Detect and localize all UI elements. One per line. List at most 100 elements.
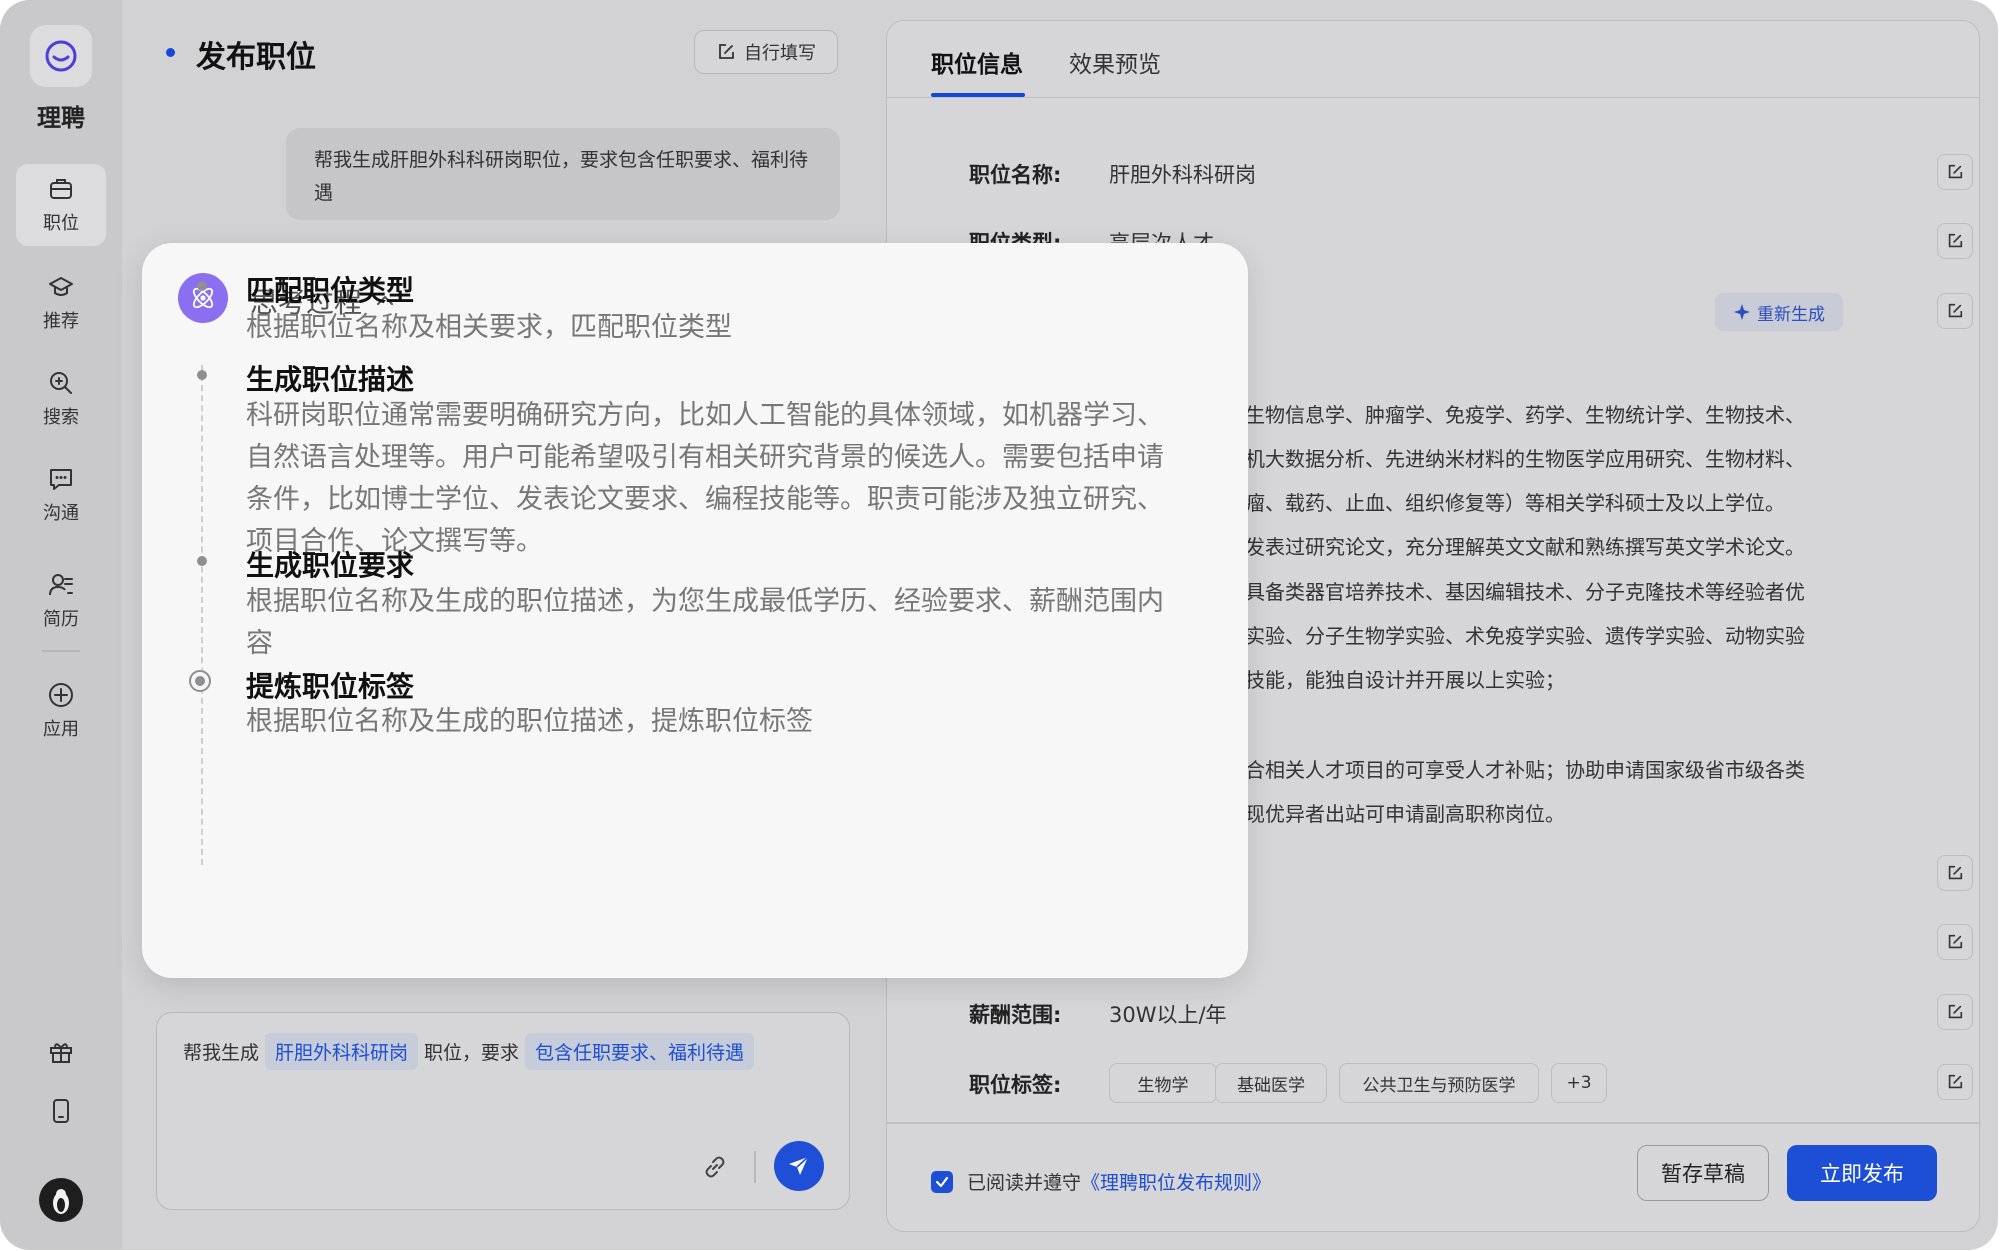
gift-icon — [50, 1043, 72, 1063]
input-content[interactable]: 帮我生成 肝胆外科科研岗 职位，要求 包含任职要求、福利待遇 — [183, 1033, 755, 1070]
sidebar-item-recommend[interactable]: 推荐 — [16, 262, 106, 344]
user-message: 帮我生成肝胆外科科研岗职位，要求包含任职要求、福利待遇 — [286, 128, 840, 220]
input-divider — [754, 1151, 756, 1183]
current-step-marker — [189, 670, 211, 692]
tab-preview[interactable]: 效果预览 — [1069, 45, 1161, 79]
salary-value: 30W以上/年 — [1109, 1003, 1227, 1027]
briefcase-icon — [50, 179, 72, 199]
step-description: 根据职位名称及生成的职位描述，提炼职位标签 — [246, 706, 813, 737]
tag-chip[interactable]: 生物学 — [1109, 1063, 1217, 1103]
description-line: 合相关人才项目的可享受人才补贴；协助申请国家级省市级各类 — [1245, 758, 1805, 782]
edit-experience-button[interactable] — [1937, 924, 1973, 960]
sidebar: 理聘 职位 推荐 搜索 沟通 简历 应用 — [0, 0, 122, 1250]
panel-tabs: 职位信息 效果预览 — [887, 21, 1979, 98]
edit-icon — [719, 44, 734, 59]
edit-icon — [1948, 1074, 1963, 1089]
edit-icon — [1948, 865, 1963, 880]
footer-divider — [887, 1122, 1979, 1124]
sidebar-item-label: 简历 — [43, 609, 79, 630]
description-line: 发表过研究论文，充分理解英文文献和熟练撰写英文学术论文。 — [1245, 535, 1805, 559]
chat-input[interactable]: 帮我生成 肝胆外科科研岗 职位，要求 包含任职要求、福利待遇 — [156, 1012, 850, 1210]
job-name-label: 职位名称: — [969, 163, 1062, 187]
edit-description-button[interactable] — [1937, 293, 1973, 329]
plus-circle-icon — [49, 683, 73, 707]
tag-chip[interactable]: 公共卫生与预防医学 — [1339, 1063, 1539, 1103]
description-line: 具备类器官培养技术、基因编辑技术、分子克隆技术等经验者优 — [1245, 580, 1805, 604]
description-line: 瘤、载药、止血、组织修复等）等相关学科硕士及以上学位。 — [1245, 491, 1785, 515]
brand-name: 理聘 — [37, 104, 85, 132]
description-line: 现优异者出站可申请副高职称岗位。 — [1245, 802, 1565, 826]
regenerate-label: 重新生成 — [1757, 304, 1825, 325]
graduation-cap-icon — [49, 277, 73, 296]
link-icon — [705, 1156, 725, 1178]
step-description: 根据职位名称及生成的职位描述，为您生成最低学历、经验要求、薪酬范围内容 — [246, 586, 1164, 659]
step-title: 提炼职位标签 — [246, 670, 415, 703]
sidebar-item-apps[interactable]: 应用 — [16, 670, 106, 752]
app-logo-icon[interactable] — [30, 25, 92, 87]
edit-tags-button[interactable] — [1937, 1064, 1973, 1100]
edit-job-type-button[interactable] — [1937, 223, 1973, 259]
chat-icon — [50, 469, 72, 490]
sidebar-item-chat[interactable]: 沟通 — [16, 454, 106, 536]
input-prefix: 帮我生成 — [183, 1042, 260, 1064]
edit-icon — [1948, 233, 1963, 248]
sidebar-item-label: 职位 — [43, 213, 79, 234]
step-description: 根据职位名称及相关要求，匹配职位类型 — [246, 312, 732, 343]
position-chip[interactable]: 肝胆外科科研岗 — [265, 1033, 419, 1070]
edit-icon — [1948, 934, 1963, 949]
resume-user-icon — [49, 574, 73, 596]
more-tags-chip[interactable]: +3 — [1551, 1063, 1607, 1103]
rules-link[interactable]: 《理聘职位发布规则》 — [1081, 1172, 1271, 1194]
search-icon — [50, 372, 72, 394]
sidebar-item-jobs[interactable]: 职位 — [16, 164, 106, 246]
description-line: 生物信息学、肿瘤学、免疫学、药学、生物统计学、生物技术、 — [1245, 403, 1805, 427]
requirements-chip[interactable]: 包含任职要求、福利待遇 — [525, 1033, 755, 1070]
timeline-connector — [201, 365, 203, 865]
avatar[interactable] — [39, 1178, 83, 1222]
regenerate-button[interactable]: 重新生成 — [1715, 293, 1843, 331]
sidebar-item-label: 搜索 — [43, 407, 79, 428]
sidebar-item-resume[interactable]: 简历 — [16, 560, 106, 642]
send-button[interactable] — [774, 1141, 824, 1191]
thinking-process-card: 思考过程 匹配职位类型 根据职位名称及相关要求，匹配职位类型 生成职位描述 科研… — [142, 243, 1248, 978]
title-dot — [166, 48, 175, 57]
description-line: 实验、分子生物学实验、术免疫学实验、遗传学实验、动物实验 — [1245, 624, 1805, 648]
sidebar-item-label: 推荐 — [43, 311, 79, 332]
mobile-button[interactable] — [16, 1089, 106, 1133]
step-marker — [197, 556, 207, 566]
save-draft-button[interactable]: 暂存草稿 — [1637, 1145, 1769, 1201]
edit-education-button[interactable] — [1937, 855, 1973, 891]
self-fill-button[interactable]: 自行填写 — [694, 30, 838, 74]
agreement-prefix: 已阅读并遵守 — [967, 1172, 1082, 1194]
edit-job-name-button[interactable] — [1937, 154, 1973, 190]
agreement-text: 已阅读并遵守《理聘职位发布规则》 — [967, 1168, 1271, 1195]
publish-button[interactable]: 立即发布 — [1787, 1145, 1937, 1201]
salary-label: 薪酬范围: — [969, 1003, 1062, 1027]
sidebar-item-search[interactable]: 搜索 — [16, 358, 106, 440]
tags-label: 职位标签: — [969, 1073, 1062, 1097]
edit-icon — [1948, 303, 1963, 318]
mobile-phone-icon — [53, 1099, 69, 1123]
edit-icon — [1948, 1004, 1963, 1019]
step-title: 生成职位描述 — [246, 363, 415, 396]
sidebar-divider — [42, 650, 80, 652]
edit-icon — [1948, 164, 1963, 179]
step-marker — [197, 281, 207, 291]
tag-chip[interactable]: 基础医学 — [1215, 1063, 1327, 1103]
step-title: 生成职位要求 — [246, 549, 415, 582]
active-tab-indicator — [931, 93, 1025, 97]
attach-link-button[interactable] — [697, 1149, 733, 1185]
description-line: 机大数据分析、先进纳米材料的生物医学应用研究、生物材料、 — [1245, 447, 1805, 471]
step-marker — [197, 370, 207, 380]
send-icon — [789, 1156, 809, 1175]
edit-salary-button[interactable] — [1937, 994, 1973, 1030]
tab-job-info[interactable]: 职位信息 — [931, 45, 1023, 79]
step-title: 匹配职位类型 — [246, 274, 415, 307]
gift-button[interactable] — [16, 1030, 106, 1074]
step-description: 科研岗职位通常需要明确研究方向，比如人工智能的具体领域，如机器学习、自然语言处理… — [246, 400, 1164, 557]
sparkle-icon — [1734, 304, 1750, 320]
check-icon — [935, 1176, 949, 1188]
agree-checkbox[interactable] — [931, 1171, 953, 1193]
user-avatar-icon — [53, 1189, 69, 1214]
sidebar-item-label: 应用 — [43, 719, 79, 740]
